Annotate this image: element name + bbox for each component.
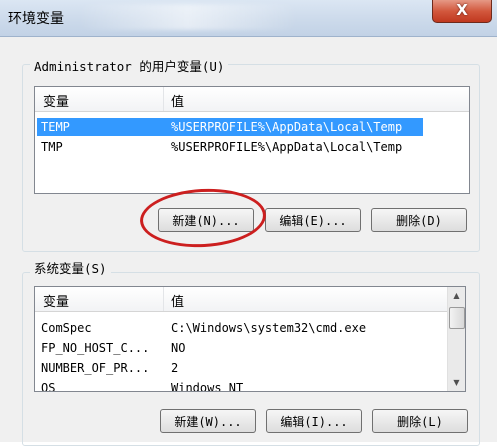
list-item[interactable]: TMP %USERPROFILE%\AppData\Local\Temp (37, 138, 467, 156)
window-title: 环境变量 (8, 11, 64, 27)
table-row[interactable]: FP_NO_HOST_C... NO (37, 339, 445, 357)
table-row[interactable]: NUMBER_OF_PR... 2 (37, 359, 445, 377)
column-header-name[interactable]: 变量 (43, 291, 69, 310)
delete-system-variable-button[interactable]: 删除(L) (372, 409, 468, 433)
delete-user-variable-button[interactable]: 删除(D) (371, 208, 467, 232)
user-variables-label: Administrator 的用户变量(U) (30, 56, 229, 75)
environment-variables-dialog: 环境变量 X Administrator 的用户变量(U) 变量 值 TEMP … (0, 0, 497, 446)
scrollbar-thumb[interactable] (449, 307, 465, 329)
list-item[interactable]: TEMP %USERPROFILE%\AppData\Local\Temp (37, 118, 423, 136)
close-button[interactable]: X (432, 0, 492, 23)
title-bar[interactable]: 环境变量 X (0, 0, 497, 37)
scroll-up-icon[interactable]: ▲ (448, 287, 465, 304)
list-header: 变量 值 (35, 287, 447, 312)
edit-user-variable-button[interactable]: 编辑(E)... (265, 208, 361, 232)
table-row[interactable]: OS Windows_NT (37, 379, 445, 391)
table-row[interactable]: ComSpec C:\Windows\system32\cmd.exe (37, 319, 445, 337)
vertical-scrollbar[interactable]: ▲ ▼ (447, 287, 465, 391)
new-system-variable-button[interactable]: 新建(W)... (160, 409, 256, 433)
close-icon: X (456, 1, 468, 19)
column-header-value[interactable]: 值 (171, 291, 184, 310)
system-variables-list[interactable]: 变量 值 ComSpec C:\Windows\system32\cmd.exe… (34, 286, 466, 392)
column-header-value[interactable]: 值 (171, 91, 184, 110)
system-variables-label: 系统变量(S) (30, 258, 111, 277)
edit-system-variable-button[interactable]: 编辑(I)... (266, 409, 362, 433)
list-header: 变量 值 (35, 87, 469, 112)
scroll-down-icon[interactable]: ▼ (448, 374, 465, 391)
user-variables-list[interactable]: 变量 值 TEMP %USERPROFILE%\AppData\Local\Te… (34, 86, 470, 194)
column-header-name[interactable]: 变量 (43, 91, 69, 110)
